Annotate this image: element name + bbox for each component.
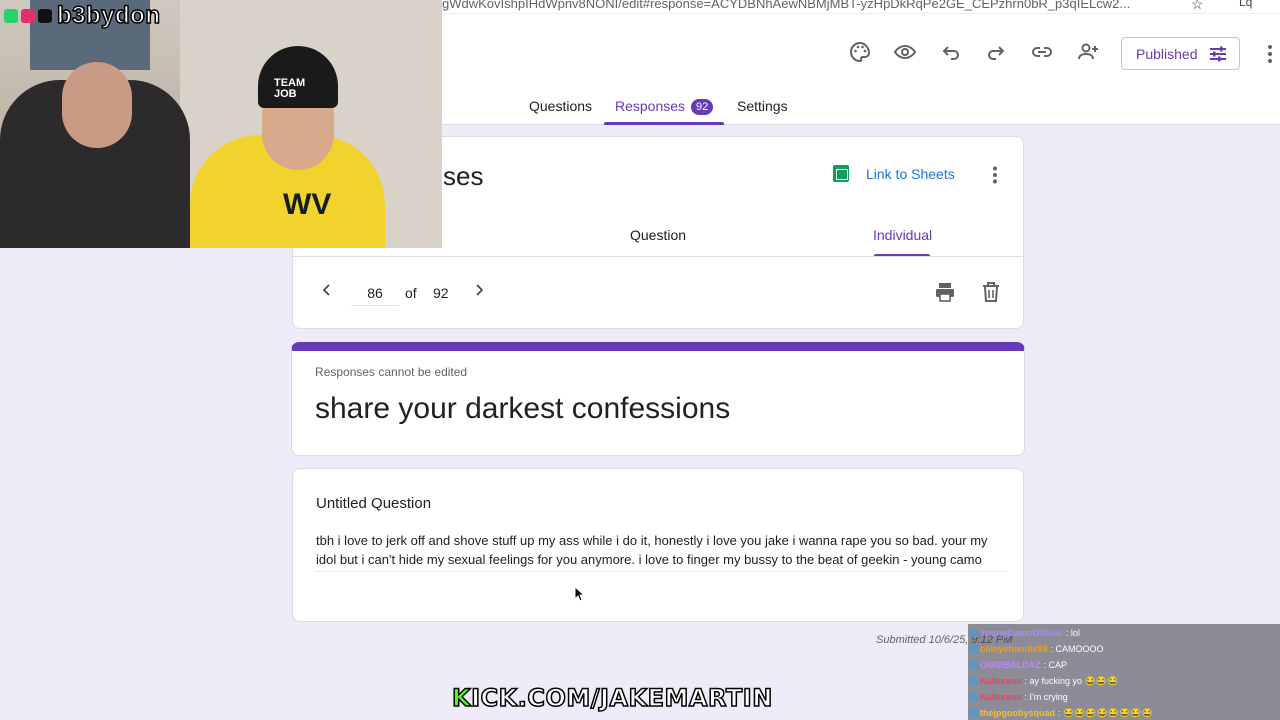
- chat-username: thejpgoobysquad: [980, 708, 1055, 718]
- responses-count-badge: 92: [691, 99, 714, 115]
- form-title: share your darkest confessions: [315, 392, 731, 425]
- chat-badge-icon: [970, 709, 978, 717]
- social-handle-tag: b3bydon: [4, 1, 161, 30]
- chat-text: : CAP: [1043, 660, 1068, 670]
- active-tab-indicator: [604, 122, 724, 125]
- next-response-icon[interactable]: [471, 282, 487, 298]
- more-options-icon[interactable]: [992, 166, 998, 184]
- kick-k: K: [451, 683, 472, 713]
- palette-icon[interactable]: [848, 40, 872, 64]
- chat-text: : 😂😂😂😂😂😂😂😂: [1058, 707, 1153, 718]
- link-to-sheets-button[interactable]: Link to Sheets: [833, 165, 955, 182]
- question-answer: tbh i love to jerk off and shove stuff u…: [316, 531, 1006, 572]
- more-vert-icon[interactable]: [1266, 44, 1274, 64]
- form-header-card: Responses cannot be edited share your da…: [291, 342, 1025, 456]
- forms-header: Published Questions Responses 92 Settings: [442, 14, 1280, 125]
- chat-message: YoungCamoOfficial: lol: [970, 626, 1080, 640]
- bookmark-star-icon[interactable]: ☆: [1191, 0, 1204, 13]
- tab-questions[interactable]: Questions: [529, 98, 592, 114]
- print-icon[interactable]: [934, 281, 956, 303]
- streamer-left-head: [62, 62, 132, 148]
- chat-text: : CAMOOOO: [1050, 644, 1104, 654]
- response-number-input[interactable]: 86: [351, 285, 399, 306]
- beanie-text: TEAM JOB: [274, 77, 306, 100]
- chat-text: : I'm crying: [1024, 692, 1068, 702]
- url-text: gWdwKovIshpIHdWpnv8NONI/edit#response=AC…: [442, 0, 1131, 11]
- mouse-cursor-icon: [574, 586, 584, 602]
- browser-url-bar[interactable]: gWdwKovIshpIHdWpnv8NONI/edit#response=AC…: [442, 0, 1280, 14]
- previous-response-icon[interactable]: [319, 282, 335, 298]
- instagram-icon: [21, 9, 35, 23]
- question-card: Untitled Question tbh i love to jerk off…: [292, 468, 1024, 622]
- tab-responses-label: Responses: [615, 98, 686, 114]
- chat-username: Kulturess: [980, 692, 1022, 702]
- whatsapp-icon: [4, 9, 18, 23]
- search-profile-icon[interactable]: Lq: [1239, 0, 1252, 9]
- delete-response-icon[interactable]: [981, 281, 1001, 303]
- published-button[interactable]: Published: [1121, 37, 1240, 70]
- preview-eye-icon[interactable]: [893, 40, 917, 64]
- kick-url-text: ICK.COM/JAKEMARTIN: [470, 683, 773, 713]
- chat-text: : ay fucking yo 😂😂😂: [1024, 675, 1119, 686]
- webcam-overlay: TEAM JOB WV b3bydon: [0, 0, 442, 248]
- stream-chat-overlay: YoungCamoOfficial: lol billnyehandle98: C…: [968, 624, 1280, 720]
- cannot-edit-note: Responses cannot be edited: [315, 365, 468, 379]
- subtab-question[interactable]: Question: [630, 227, 686, 243]
- form-tabs: Questions Responses 92 Settings: [442, 98, 1280, 125]
- add-collaborator-icon[interactable]: [1076, 40, 1100, 64]
- response-navigator: 86 of 92: [292, 257, 1024, 329]
- chat-badge-icon: [970, 629, 978, 637]
- responses-heading: ses: [443, 161, 484, 191]
- link-icon[interactable]: [1030, 40, 1054, 64]
- chat-badge-icon: [970, 661, 978, 669]
- chat-message: Kulturess: I'm crying: [970, 690, 1068, 704]
- tab-settings[interactable]: Settings: [737, 98, 788, 114]
- subtab-individual[interactable]: Individual: [873, 227, 932, 243]
- response-total: 92: [433, 285, 449, 301]
- link-to-sheets-label: Link to Sheets: [866, 165, 955, 182]
- chat-message: thejpgoobysquad: 😂😂😂😂😂😂😂😂: [970, 706, 1153, 720]
- shirt-logo: WV: [283, 188, 332, 221]
- chat-badge-icon: [970, 645, 978, 653]
- chat-text: : lol: [1065, 628, 1080, 638]
- chat-badge-icon: [970, 677, 978, 685]
- tune-icon: [1210, 46, 1226, 62]
- of-label: of: [405, 285, 417, 301]
- sheets-icon: [833, 165, 849, 182]
- redo-icon[interactable]: [984, 40, 1008, 64]
- chat-message: Kulturess: ay fucking yo 😂😂😂: [970, 674, 1118, 688]
- tab-responses[interactable]: Responses 92: [615, 98, 714, 115]
- tiktok-icon: [38, 9, 52, 23]
- published-label: Published: [1136, 45, 1198, 62]
- question-title: Untitled Question: [316, 495, 432, 512]
- chat-message: billnyehandle98: CAMOOOO: [970, 642, 1104, 656]
- chat-username: Kulturess: [980, 676, 1022, 686]
- undo-icon[interactable]: [939, 40, 963, 64]
- chat-username: billnyehandle98: [980, 644, 1048, 654]
- chat-username: YoungCamoOfficial: [980, 628, 1063, 638]
- chat-message: OGGIBALDAZ: CAP: [970, 658, 1067, 672]
- social-handle: b3bydon: [56, 1, 161, 30]
- kick-url-banner: KICK.COM/JAKEMARTIN: [451, 683, 773, 713]
- chat-badge-icon: [970, 693, 978, 701]
- chat-username: OGGIBALDAZ: [980, 660, 1041, 670]
